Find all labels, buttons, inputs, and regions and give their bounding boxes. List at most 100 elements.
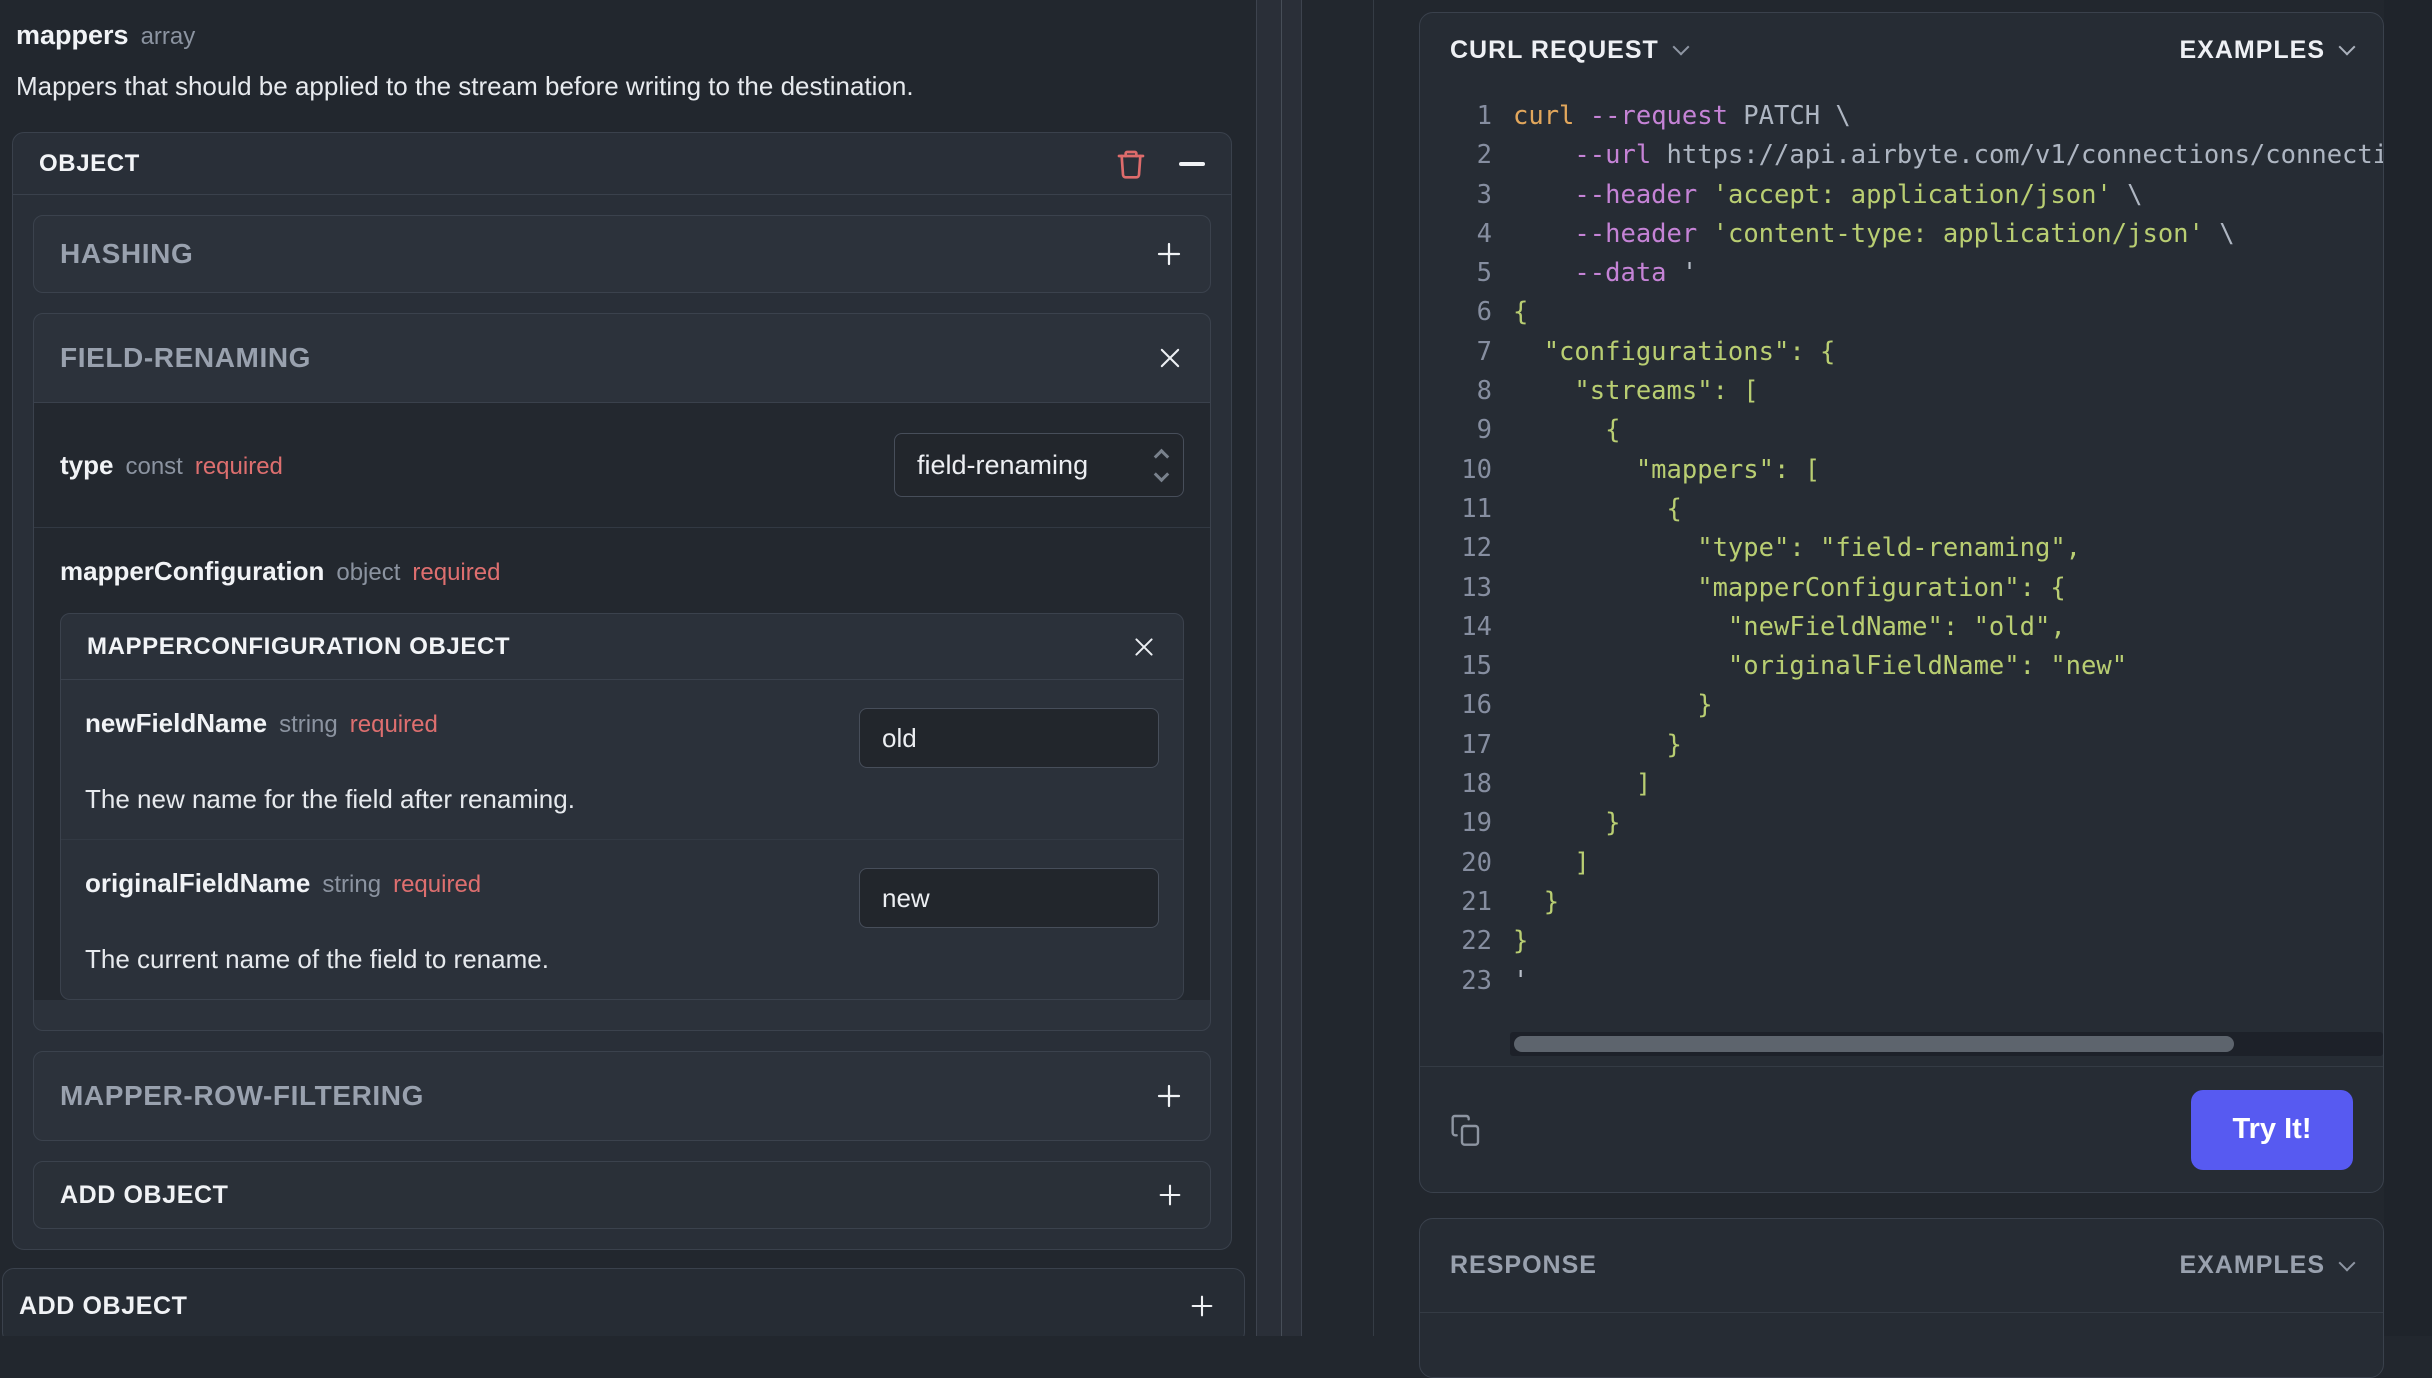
add-object-outer-button[interactable]: ADD OBJECT xyxy=(2,1268,1245,1336)
type-select-value: field-renaming xyxy=(917,449,1089,480)
add-plus-icon xyxy=(1191,1295,1213,1317)
property-name: newFieldName xyxy=(85,708,268,738)
hashing-title: HASHING xyxy=(60,238,194,269)
chevron-down-icon xyxy=(2338,38,2356,56)
property-kind: string xyxy=(279,711,338,738)
close-x-icon[interactable] xyxy=(1131,634,1157,660)
code-line: 15 "originalFieldName": "new" xyxy=(1420,647,2383,686)
schema-doc-column: mappers array Mappers that should be app… xyxy=(0,0,1256,1336)
add-object-inner-button[interactable]: ADD OBJECT xyxy=(33,1161,1211,1229)
page-right-gutter xyxy=(2384,0,2432,1336)
code-line: 13 "mapperConfiguration": { xyxy=(1420,569,2383,608)
property-name: mapperConfiguration xyxy=(60,556,325,586)
code-line-content: { xyxy=(1513,297,1529,328)
field-type-badge: array xyxy=(140,23,196,50)
add-plus-icon[interactable] xyxy=(1154,1081,1184,1111)
line-number: 17 xyxy=(1461,729,1492,760)
code-line: 7 "configurations": { xyxy=(1420,333,2383,372)
vertical-scrollbar-track[interactable] xyxy=(1256,0,1302,1336)
chevron-down-icon xyxy=(1672,38,1690,56)
line-number: 5 xyxy=(1476,258,1492,289)
code-line: 23 ' xyxy=(1420,962,2383,1001)
mapper-configuration-row: mapperConfiguration object required xyxy=(34,528,1210,613)
curl-request-dropdown[interactable]: CURL REQUEST xyxy=(1450,36,1690,65)
code-line: 5 --data ' xyxy=(1420,254,2383,293)
code-line: 20 ] xyxy=(1420,844,2383,883)
mapper-row-filtering-title: MAPPER-ROW-FILTERING xyxy=(60,1080,424,1111)
field-renaming-section: FIELD-RENAMING type const required field… xyxy=(33,313,1211,1031)
response-panel-header: RESPONSE EXAMPLES xyxy=(1420,1219,2383,1313)
code-line: 4 --header 'content-type: application/js… xyxy=(1420,215,2383,254)
code-line: 11 { xyxy=(1420,490,2383,529)
line-number: 22 xyxy=(1461,926,1492,957)
line-number: 23 xyxy=(1461,965,1492,996)
code-line-content: --url https://api.airbyte.com/v1/connect… xyxy=(1574,140,2383,171)
mapper-configuration-panel: MAPPERCONFIGURATION OBJECT newFieldName … xyxy=(60,613,1184,1000)
required-badge: required xyxy=(412,559,501,586)
original-field-name-row: originalFieldName string required new Th… xyxy=(61,839,1183,999)
code-line: 19 } xyxy=(1420,804,2383,843)
close-x-icon[interactable] xyxy=(1156,344,1184,372)
code-line: 18 ] xyxy=(1420,765,2383,804)
type-select[interactable]: field-renaming xyxy=(894,433,1184,497)
code-line-content: "mapperConfiguration": { xyxy=(1513,572,2066,603)
line-number: 2 xyxy=(1476,140,1492,171)
curl-panel-footer: Try It! xyxy=(1420,1066,2383,1192)
property-kind: object xyxy=(336,559,401,586)
code-line-content: } xyxy=(1513,690,1713,721)
code-line-content: "streams": [ xyxy=(1513,376,1759,407)
type-property-row: type const required field-renaming xyxy=(34,403,1210,528)
collapse-minus-icon[interactable] xyxy=(1179,161,1205,166)
code-line-content: } xyxy=(1513,808,1621,839)
code-line-content: "configurations": { xyxy=(1513,336,1836,367)
curl-request-panel: CURL REQUEST EXAMPLES 1 curl --request PA… xyxy=(1419,12,2384,1193)
response-examples-dropdown[interactable]: EXAMPLES xyxy=(2179,1251,2356,1280)
copy-icon[interactable] xyxy=(1450,1114,1482,1146)
code-line-content: --header 'content-type: application/json… xyxy=(1574,218,2235,249)
property-kind: string xyxy=(322,871,382,898)
code-line: 8 "streams": [ xyxy=(1420,372,2383,411)
examples-label: EXAMPLES xyxy=(2179,1251,2325,1279)
original-field-name-input[interactable]: new xyxy=(859,868,1159,928)
mapper-row-filtering-section[interactable]: MAPPER-ROW-FILTERING xyxy=(33,1051,1211,1141)
line-number: 12 xyxy=(1461,533,1492,564)
code-line: 12 "type": "field-renaming", xyxy=(1420,529,2383,568)
line-number: 4 xyxy=(1476,218,1492,249)
object-panel-header: OBJECT xyxy=(13,133,1231,195)
code-line-content: { xyxy=(1513,493,1682,524)
code-line-content: ] xyxy=(1513,769,1652,800)
add-plus-icon[interactable] xyxy=(1154,239,1184,269)
code-line: 1 curl --request PATCH \ xyxy=(1420,97,2383,136)
code-line: 2 --url https://api.airbyte.com/v1/conne… xyxy=(1420,136,2383,175)
required-badge: required xyxy=(194,452,283,480)
code-line-content: "type": "field-renaming", xyxy=(1513,533,2082,564)
code-line-content: ' xyxy=(1513,965,1529,996)
property-name: originalFieldName xyxy=(85,868,311,898)
code-line: 14 "newFieldName": "old", xyxy=(1420,608,2383,647)
code-line-content: "originalFieldName": "new" xyxy=(1513,651,2128,682)
horizontal-scrollbar-thumb[interactable] xyxy=(1514,1036,2234,1052)
field-name: mappers xyxy=(16,20,129,50)
line-number: 9 xyxy=(1476,415,1492,446)
trash-icon[interactable] xyxy=(1115,148,1147,180)
try-it-button[interactable]: Try It! xyxy=(2191,1089,2353,1170)
line-number: 15 xyxy=(1461,651,1492,682)
new-field-name-input[interactable]: old xyxy=(859,708,1159,768)
line-number: 10 xyxy=(1461,454,1492,485)
curl-panel-header: CURL REQUEST EXAMPLES xyxy=(1420,13,2383,87)
line-number: 16 xyxy=(1461,690,1492,721)
hashing-section[interactable]: HASHING xyxy=(33,215,1211,293)
code-line-content: "mappers": [ xyxy=(1513,454,1821,485)
code-lines: 1 curl --request PATCH \ 2 --url https://a… xyxy=(1420,97,2383,1001)
line-number: 11 xyxy=(1461,493,1492,524)
horizontal-scrollbar-track[interactable] xyxy=(1510,1032,2383,1056)
curl-code-block[interactable]: 1 curl --request PATCH \ 2 --url https://a… xyxy=(1420,87,2383,1066)
examples-dropdown[interactable]: EXAMPLES xyxy=(2179,36,2356,65)
field-renaming-header[interactable]: FIELD-RENAMING xyxy=(34,314,1210,402)
add-object-label: ADD OBJECT xyxy=(19,1291,188,1320)
property-description: The new name for the field after renamin… xyxy=(85,784,575,814)
code-line: 17 } xyxy=(1420,726,2383,765)
code-line: 21 } xyxy=(1420,883,2383,922)
code-line-content: } xyxy=(1513,926,1529,957)
mappers-field-header: mappers array Mappers that should be app… xyxy=(0,0,1256,102)
